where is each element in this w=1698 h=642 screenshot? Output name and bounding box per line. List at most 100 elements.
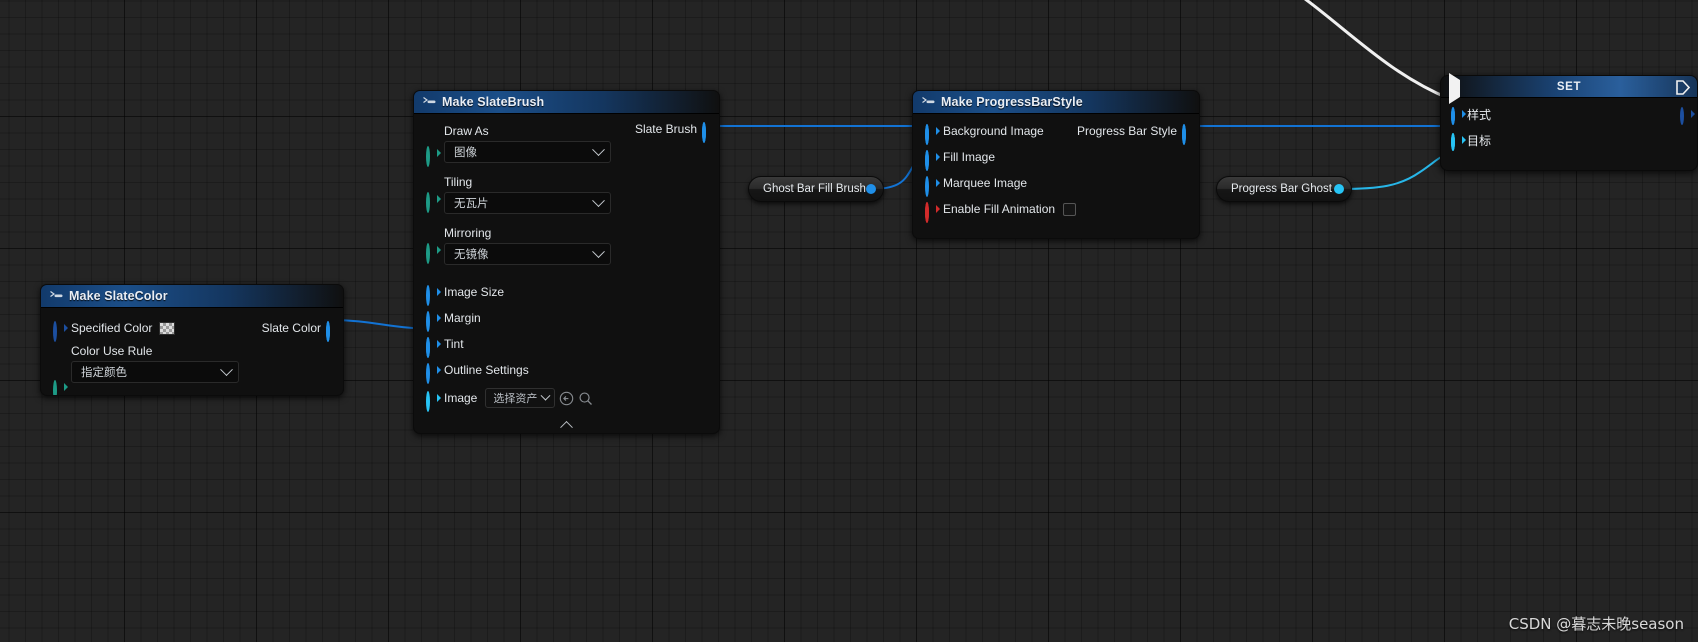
chevron-up-icon	[560, 420, 573, 433]
browse-asset-search-icon[interactable]	[578, 391, 593, 406]
pin-mirroring[interactable]	[426, 243, 441, 264]
node-title: Make SlateBrush	[442, 95, 545, 109]
collapse-node-button[interactable]	[414, 418, 719, 433]
pin-tiling[interactable]	[426, 192, 441, 213]
dropdown-value: 指定颜色	[81, 365, 127, 379]
color-swatch-specified-color[interactable]	[159, 321, 176, 335]
pin-label: Marquee Image	[943, 176, 1028, 190]
use-selected-asset-icon[interactable]	[559, 391, 574, 406]
dropdown-value: 无瓦片	[454, 196, 489, 210]
chevron-down-icon	[592, 142, 605, 156]
chevron-down-icon	[540, 390, 551, 401]
chevron-down-icon	[592, 193, 605, 207]
csdn-watermark: CSDN @暮志未晚season	[1508, 615, 1684, 633]
dropdown-color-use-rule[interactable]: 指定颜色	[71, 361, 239, 383]
pin-label: Background Image	[943, 124, 1044, 138]
asset-picker-image[interactable]: 选择资产	[485, 388, 593, 408]
node-title: Make ProgressBarStyle	[941, 95, 1083, 109]
field-label: Color Use Rule	[71, 344, 153, 358]
reroute-label: Progress Bar Ghost	[1231, 183, 1332, 195]
exec-in-pin[interactable]	[1449, 73, 1464, 104]
output-pin-label: Progress Bar Style	[1076, 124, 1177, 138]
pin-row-image[interactable]: Image 选择资产	[414, 383, 719, 413]
pin-progress-bar-style-out[interactable]	[1182, 124, 1193, 145]
reroute-label: Ghost Bar Fill Brush	[763, 183, 866, 195]
reroute-pin[interactable]	[866, 184, 876, 194]
pin-row-style[interactable]: 样式	[1441, 101, 1697, 127]
pin-label: Outline Settings	[444, 363, 529, 377]
pin-label: Fill Image	[943, 150, 996, 164]
pin-fill-image[interactable]	[925, 150, 940, 171]
pin-row-enable-fill-animation[interactable]: Enable Fill Animation	[913, 196, 1199, 223]
make-struct-icon	[922, 96, 935, 103]
dropdown-tiling[interactable]: 无瓦片	[444, 192, 611, 214]
node-make-slate-color[interactable]: Make SlateColor Specified Color Slate Co…	[40, 284, 344, 396]
node-body: Specified Color Slate Color Color Use Ru…	[41, 308, 343, 395]
asset-value: 选择资产	[493, 392, 538, 405]
pin-color-use-rule[interactable]	[53, 380, 68, 395]
make-struct-icon	[50, 290, 63, 297]
reroute-ghost-bar-fill-brush[interactable]: Ghost Bar Fill Brush	[748, 176, 884, 202]
pin-marquee-image[interactable]	[925, 176, 940, 197]
field-draw-as: Draw As Slate Brush 图像	[414, 120, 719, 167]
node-header[interactable]: Make ProgressBarStyle	[913, 91, 1199, 114]
pin-slate-brush-out[interactable]	[702, 122, 713, 143]
chevron-down-icon	[220, 362, 233, 376]
pin-style[interactable]	[1451, 107, 1466, 125]
pin-enable-fill-animation[interactable]	[925, 202, 940, 223]
pin-style-out[interactable]	[1680, 107, 1695, 125]
pin-row-image-size[interactable]: Image Size	[414, 279, 719, 306]
dropdown-mirroring[interactable]: 无镜像	[444, 243, 611, 265]
node-title: SET	[1556, 80, 1582, 93]
node-header[interactable]: Make SlateColor	[41, 285, 343, 308]
pin-label: 目标	[1467, 133, 1492, 148]
node-title: Make SlateColor	[69, 289, 168, 303]
pin-specified-color[interactable]	[53, 321, 68, 342]
node-body: Background Image Progress Bar Style Fill…	[913, 114, 1199, 238]
pin-draw-as[interactable]	[426, 146, 441, 167]
reroute-progress-bar-ghost[interactable]: Progress Bar Ghost	[1216, 176, 1352, 202]
pin-image[interactable]	[426, 391, 441, 412]
pin-label: Image	[444, 391, 478, 405]
field-color-use-rule: Color Use Rule 指定颜色	[41, 342, 343, 395]
pin-outline-settings[interactable]	[426, 363, 441, 384]
pin-row-outline-settings[interactable]: Outline Settings	[414, 357, 719, 384]
pin-row-marquee-image[interactable]: Marquee Image	[913, 170, 1199, 197]
pin-slate-color-out[interactable]	[326, 321, 337, 342]
pin-margin[interactable]	[426, 311, 441, 332]
checkbox-enable-fill-animation[interactable]	[1063, 202, 1077, 216]
pin-row-specified-color[interactable]: Specified Color Slate Color	[41, 314, 343, 342]
output-pin-label: Slate Brush	[634, 122, 697, 136]
node-make-progress-bar-style[interactable]: Make ProgressBarStyle Background Image P…	[912, 90, 1200, 239]
field-tiling: Tiling 无瓦片	[414, 167, 719, 218]
pin-label: Tint	[444, 337, 464, 351]
pin-row-fill-image[interactable]: Fill Image	[913, 144, 1199, 171]
pin-tint[interactable]	[426, 337, 441, 358]
pin-label: Enable Fill Animation	[943, 202, 1056, 216]
pin-row-background-image[interactable]: Background Image Progress Bar Style	[913, 118, 1199, 145]
exec-out-pin[interactable]	[1676, 80, 1691, 95]
field-mirroring: Mirroring 无镜像	[414, 218, 719, 269]
pin-background-image[interactable]	[925, 124, 940, 145]
pin-row-target[interactable]: 目标	[1441, 127, 1697, 153]
blueprint-graph-canvas[interactable]: Make SlateColor Specified Color Slate Co…	[0, 0, 1698, 642]
node-body: 样式 目标	[1441, 73, 1697, 161]
dropdown-value: 无镜像	[454, 247, 489, 261]
dropdown-value: 图像	[454, 145, 477, 159]
make-struct-icon	[423, 96, 436, 103]
pin-label: Margin	[444, 311, 481, 325]
pin-image-size[interactable]	[426, 285, 441, 306]
node-body: Draw As Slate Brush 图像 Tiling 无瓦片 Mirror…	[414, 114, 719, 433]
reroute-pin[interactable]	[1334, 184, 1344, 194]
asset-dropdown[interactable]: 选择资产	[485, 388, 556, 408]
node-header[interactable]: Make SlateBrush	[414, 91, 719, 114]
chevron-down-icon	[592, 244, 605, 258]
pin-row-margin[interactable]: Margin	[414, 305, 719, 332]
dropdown-draw-as[interactable]: 图像	[444, 141, 611, 163]
pin-target[interactable]	[1451, 133, 1466, 151]
pin-row-tint[interactable]: Tint	[414, 331, 719, 358]
node-header[interactable]: SET	[1441, 76, 1697, 98]
node-make-slate-brush[interactable]: Make SlateBrush Draw As Slate Brush 图像 T…	[413, 90, 720, 434]
pin-label: 样式	[1467, 107, 1492, 122]
node-set[interactable]: SET 样式 目标	[1440, 73, 1698, 171]
